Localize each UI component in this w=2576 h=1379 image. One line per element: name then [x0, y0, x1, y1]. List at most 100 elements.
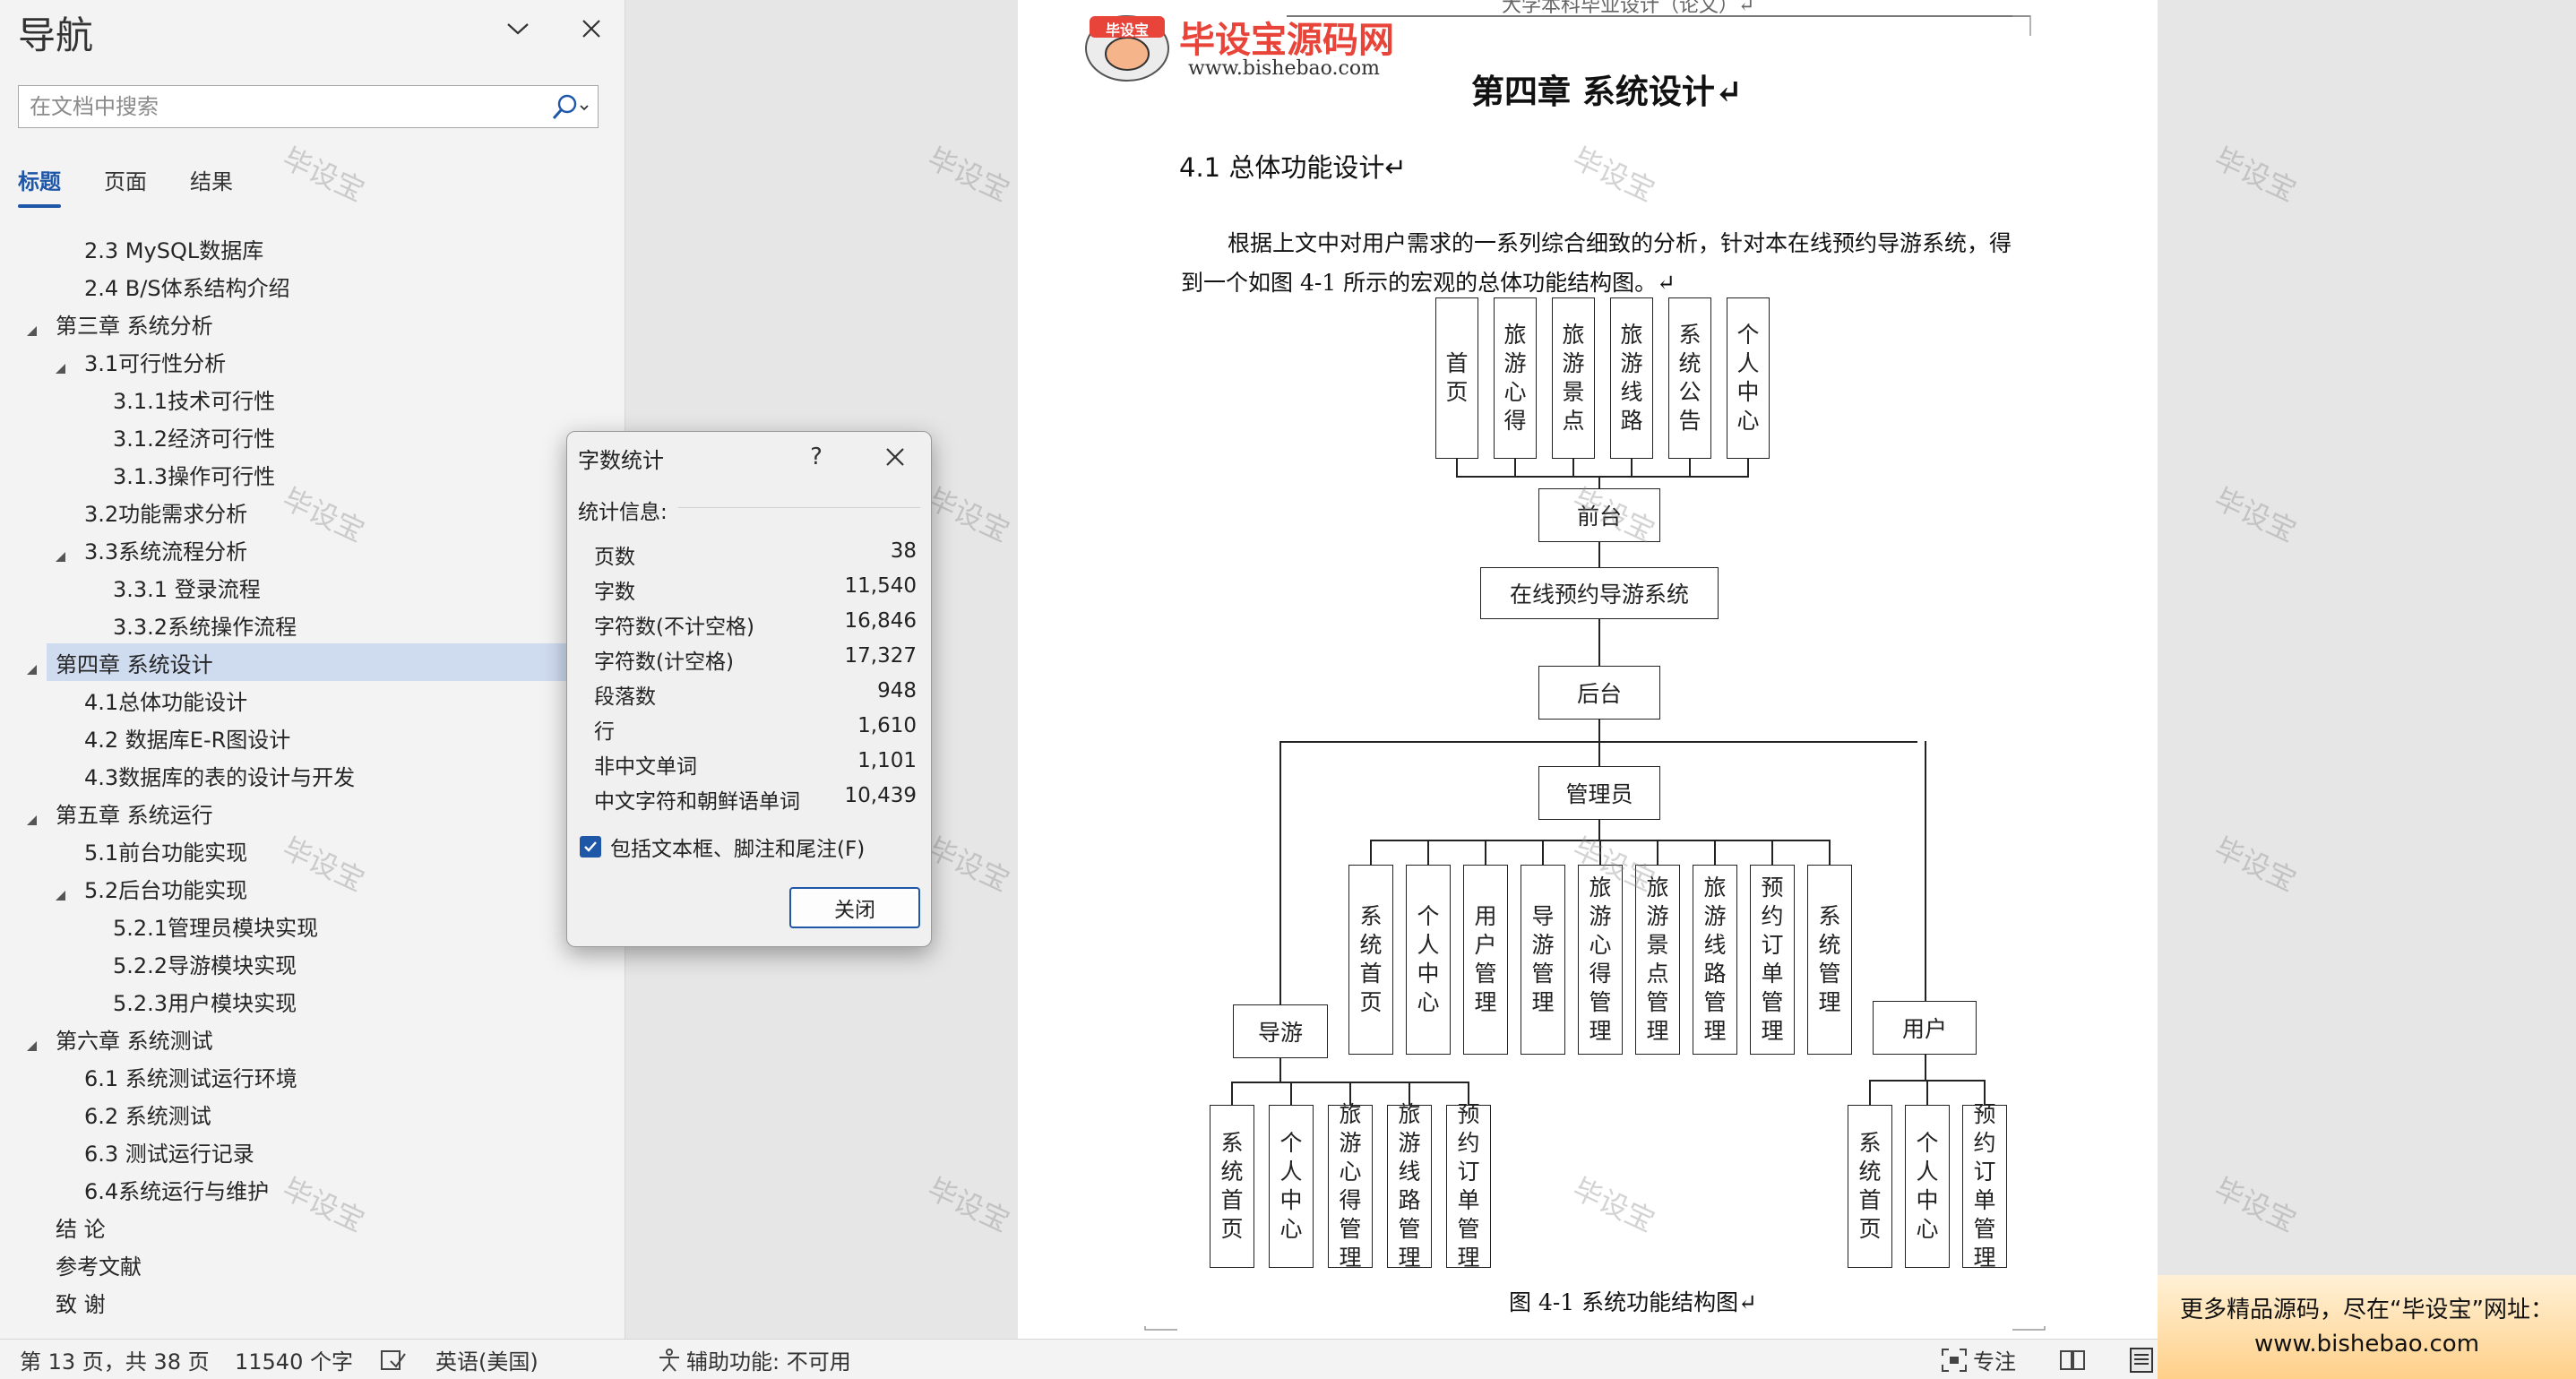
- front-module-box: 系统公告: [1668, 297, 1711, 459]
- dialog-close-icon[interactable]: [875, 437, 915, 477]
- connector-line: [1514, 459, 1516, 477]
- user-module-box: 系统首页: [1848, 1105, 1892, 1268]
- nav-heading-item[interactable]: 3.1.1技术可行性: [0, 380, 625, 418]
- nav-heading-item[interactable]: 3.3.2系统操作流程: [0, 606, 625, 643]
- logo-title: 毕设宝源码网: [1179, 20, 1394, 61]
- section-heading[interactable]: 4.1 总体功能设计↵: [1179, 147, 1407, 185]
- nav-heading-item[interactable]: 3.1可行性分析: [0, 342, 625, 380]
- nav-heading-item[interactable]: 4.3数据库的表的设计与开发: [0, 756, 625, 794]
- nav-heading-item[interactable]: 5.2.2导游模块实现: [0, 944, 625, 982]
- promo-banner[interactable]: 更多精品源码，尽在“毕设宝”网址： www.bishebao.com: [2158, 1275, 2576, 1379]
- search-icon[interactable]: [544, 92, 594, 123]
- nav-heading-item[interactable]: 3.1.2经济可行性: [0, 418, 625, 455]
- nav-heading-item[interactable]: 2.4 B/S体系结构介绍: [0, 267, 625, 305]
- nav-heading-item[interactable]: 4.1总体功能设计: [0, 681, 625, 719]
- connector-line: [1689, 459, 1691, 477]
- status-bar: 第 13 页，共 38 页 11540 个字 英语(美国) 辅助功能: 不可用 …: [0, 1339, 2158, 1379]
- nav-heading-item[interactable]: 第四章 系统设计: [27, 643, 575, 681]
- collapse-triangle-icon[interactable]: [54, 355, 66, 374]
- nav-heading-item[interactable]: 6.3 测试运行记录: [0, 1133, 625, 1170]
- nav-heading-item[interactable]: 2.3 MySQL数据库: [0, 229, 625, 267]
- collapse-triangle-icon[interactable]: [25, 1032, 38, 1051]
- connector-line: [1869, 1080, 1871, 1105]
- nav-heading-item[interactable]: 5.2.1管理员模块实现: [0, 907, 625, 944]
- connector-line: [1542, 840, 1544, 865]
- chapter-heading[interactable]: 第四章 系统设计↵: [1471, 65, 1743, 113]
- nav-search-input[interactable]: [19, 86, 538, 127]
- print-layout-icon[interactable]: [2129, 1340, 2154, 1379]
- nav-heading-item[interactable]: 5.1前台功能实现: [0, 832, 625, 869]
- connector-line: [1231, 1082, 1233, 1105]
- admin-module-box: 旅游景点管理: [1635, 865, 1680, 1055]
- tab-headings[interactable]: 标题: [18, 164, 61, 208]
- nav-title: 导航: [18, 13, 94, 57]
- read-mode-icon[interactable]: [2059, 1340, 2086, 1379]
- nav-heading-label: 5.2.3用户模块实现: [113, 990, 297, 1016]
- status-language[interactable]: 英语(美国): [435, 1340, 538, 1379]
- accessibility-icon[interactable]: [656, 1340, 683, 1379]
- nav-options-chevron-icon[interactable]: [498, 9, 538, 48]
- nav-heading-item[interactable]: 参考文献: [0, 1245, 625, 1283]
- nav-heading-item[interactable]: 6.1 系统测试运行环境: [0, 1057, 625, 1095]
- statistic-row: 页数 38: [594, 536, 917, 570]
- focus-mode-icon[interactable]: [1941, 1340, 1968, 1379]
- connector-line: [1279, 741, 1281, 1004]
- figure-caption[interactable]: 图 4-1 系统功能结构图↵: [1509, 1285, 1757, 1317]
- nav-heading-item[interactable]: 5.2.3用户模块实现: [0, 982, 625, 1020]
- nav-heading-item[interactable]: 6.2 系统测试: [0, 1095, 625, 1133]
- collapse-triangle-icon[interactable]: [25, 317, 38, 336]
- nav-heading-label: 2.4 B/S体系结构介绍: [84, 275, 290, 301]
- front-module-box: 旅游线路: [1610, 297, 1653, 459]
- admin-box: 管理员: [1538, 766, 1660, 820]
- front-module-box: 旅游景点: [1552, 297, 1595, 459]
- collapse-triangle-icon[interactable]: [25, 806, 38, 825]
- collapse-triangle-icon[interactable]: [54, 543, 66, 562]
- nav-tabs: 标题 页面 结果: [18, 164, 276, 208]
- logo-url: www.bishebao.com: [1188, 57, 1380, 80]
- statistic-value: 1,101: [857, 749, 917, 772]
- paragraph-line-1[interactable]: 根据上文中对用户需求的一系列综合细致的分析，针对本在线预约导游系统，得: [1228, 226, 2012, 258]
- admin-module-box: 用户管理: [1463, 865, 1508, 1055]
- nav-heading-label: 致 谢: [56, 1291, 106, 1317]
- document-page[interactable]: 大学本科毕业设计（论文）↵ 毕设宝 毕设宝源码网 www.bishebao.co…: [1018, 0, 2158, 1339]
- nav-heading-item[interactable]: 第三章 系统分析: [0, 305, 625, 342]
- connector-line: [1926, 1080, 1928, 1105]
- connector-line: [1657, 840, 1658, 865]
- proofing-icon[interactable]: [380, 1340, 407, 1379]
- nav-close-icon[interactable]: [572, 9, 611, 48]
- tab-pages[interactable]: 页面: [104, 164, 147, 208]
- status-word-count[interactable]: 11540 个字: [235, 1340, 353, 1379]
- nav-heading-item[interactable]: 第五章 系统运行: [0, 794, 625, 832]
- connector-line: [1598, 476, 1600, 488]
- statistic-row: 非中文单词 1,101: [594, 746, 917, 780]
- nav-heading-item[interactable]: 3.3系统流程分析: [0, 530, 625, 568]
- paragraph-line-2[interactable]: 到一个如图 4-1 所示的宏观的总体功能结构图。↵: [1181, 265, 1676, 297]
- nav-heading-item[interactable]: 3.2功能需求分析: [0, 493, 625, 530]
- collapse-triangle-icon[interactable]: [25, 656, 38, 675]
- dialog-help-button[interactable]: ?: [797, 437, 836, 477]
- nav-heading-item[interactable]: 结 论: [0, 1208, 625, 1245]
- dialog-title: 字数统计: [578, 448, 664, 473]
- connector-line: [1279, 1058, 1281, 1082]
- tab-results[interactable]: 结果: [190, 164, 233, 208]
- status-focus[interactable]: 专注: [1973, 1340, 2016, 1379]
- nav-heading-item[interactable]: 3.3.1 登录流程: [0, 568, 625, 606]
- front-end-box: 前台: [1538, 488, 1660, 542]
- nav-heading-item[interactable]: 3.1.3操作可行性: [0, 455, 625, 493]
- include-textboxes-checkbox[interactable]: 包括文本框、脚注和尾注(F): [580, 832, 865, 862]
- nav-heading-item[interactable]: 第六章 系统测试: [0, 1020, 625, 1057]
- nav-heading-label: 3.3.1 登录流程: [113, 576, 261, 602]
- status-accessibility[interactable]: 辅助功能: 不可用: [686, 1340, 851, 1379]
- nav-heading-label: 参考文献: [56, 1254, 142, 1280]
- collapse-triangle-icon[interactable]: [54, 882, 66, 901]
- checkbox-checked-icon[interactable]: [580, 836, 601, 858]
- navigation-pane: 导航 标题 页面 结果 2.3 MySQL数据库 2.4 B/S体系结构介绍第三章…: [0, 0, 625, 1339]
- dialog-close-button[interactable]: 关闭: [789, 887, 920, 928]
- status-page[interactable]: 第 13 页，共 38 页: [20, 1340, 210, 1379]
- logo-badge-icon: 毕设宝: [1082, 7, 1172, 82]
- nav-heading-item[interactable]: 5.2后台功能实现: [0, 869, 625, 907]
- nav-heading-label: 3.1.1技术可行性: [113, 388, 276, 414]
- nav-heading-item[interactable]: 致 谢: [0, 1283, 625, 1321]
- nav-heading-item[interactable]: 4.2 数据库E-R图设计: [0, 719, 625, 756]
- nav-heading-item[interactable]: 6.4系统运行与维护: [0, 1170, 625, 1208]
